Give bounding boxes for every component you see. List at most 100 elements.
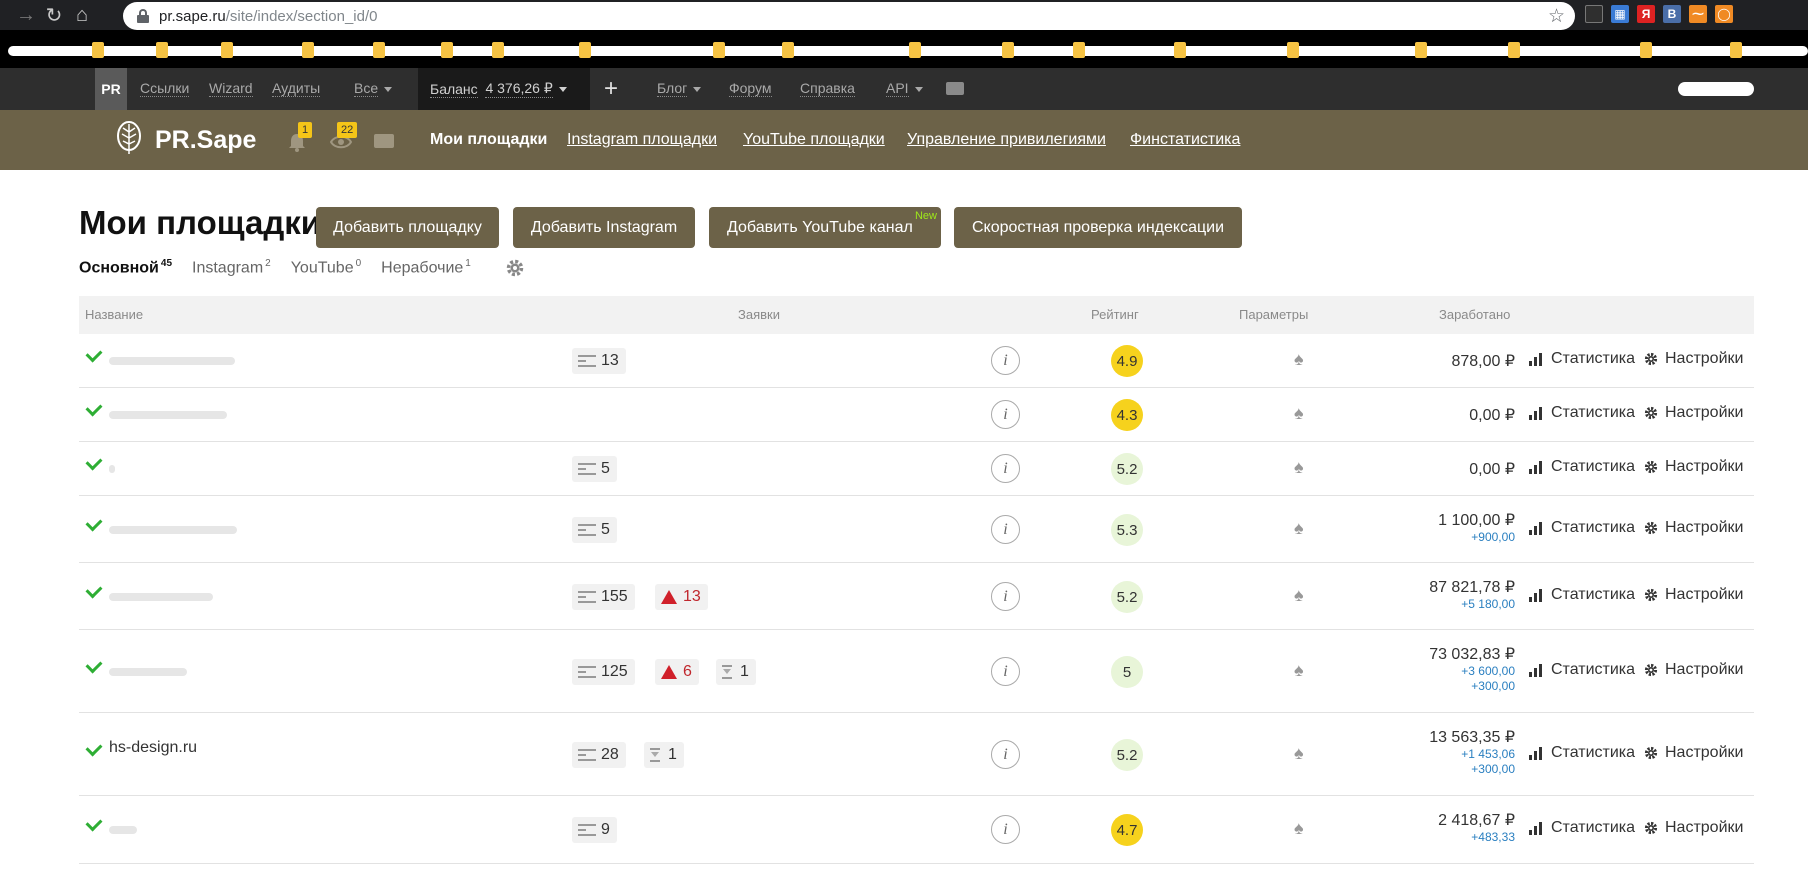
site-name-redacted[interactable] [109,668,187,676]
settings-link[interactable]: Настройки [1644,744,1743,762]
statistics-link[interactable]: Статистика [1529,458,1635,476]
bookmark-icon[interactable] [1508,42,1520,58]
spade-icon[interactable]: ♠ [1294,518,1304,539]
bookmark-icon[interactable] [1002,42,1014,58]
settings-link[interactable]: Настройки [1644,519,1743,537]
add-site-button[interactable]: Добавить площадку [316,207,499,248]
nav-link-links[interactable]: Ссылки [140,80,190,97]
nav-youtube-sites[interactable]: YouTube площадки [743,130,885,150]
col-earned[interactable]: Заработано [1439,307,1510,322]
info-icon[interactable]: i [991,582,1020,611]
col-rating[interactable]: Рейтинг [1091,307,1139,322]
chat-icon[interactable] [946,82,964,95]
site-name-redacted[interactable] [109,357,235,365]
spade-icon[interactable]: ♠ [1294,403,1304,424]
statistics-link[interactable]: Статистика [1529,586,1635,604]
info-icon[interactable]: i [991,400,1020,429]
add-button[interactable]: + [596,68,626,110]
index-check-button[interactable]: Скоростная проверка индексации [954,207,1242,248]
requests-chip[interactable]: 9 [572,817,617,843]
site-name-redacted[interactable] [109,411,227,419]
requests-chip[interactable]: 155 [572,584,635,610]
spade-icon[interactable]: ♠ [1294,818,1304,839]
address-bar[interactable]: pr.sape.ru/site/index/section_id/0 ☆ [123,2,1575,30]
requests-chip[interactable]: 125 [572,659,635,685]
bookmark-icon[interactable] [441,42,453,58]
requests-chip[interactable]: 13 [572,348,626,374]
settings-link[interactable]: Настройки [1644,404,1743,422]
bookmark-icon[interactable] [492,42,504,58]
statistics-link[interactable]: Статистика [1529,819,1635,837]
balance-dropdown[interactable]: Баланс 4 376,26 ₽ [418,68,590,110]
info-icon[interactable]: i [991,515,1020,544]
alert-chip[interactable]: 13 [655,584,708,610]
statistics-link[interactable]: Статистика [1529,519,1635,537]
nav-finstats[interactable]: Финстатистика [1130,130,1240,150]
bookmark-icon[interactable] [302,42,314,58]
alert-chip[interactable]: 6 [655,659,699,685]
pending-chip[interactable]: 1 [644,742,684,768]
settings-link[interactable]: Настройки [1644,819,1743,837]
site-name-redacted[interactable] [109,826,137,834]
bookmark-icon[interactable] [156,42,168,58]
bookmark-icon[interactable] [373,42,385,58]
col-requests[interactable]: Заявки [738,307,780,322]
logo-icon[interactable] [115,120,143,156]
bookmark-icon[interactable] [579,42,591,58]
info-icon[interactable]: i [991,740,1020,769]
reload-icon[interactable]: ↻ [40,1,68,29]
user-menu[interactable] [1678,82,1754,96]
tab-instagram[interactable]: Instagram 2 [192,258,271,277]
bookmark-icon[interactable] [1287,42,1299,58]
requests-chip[interactable]: 5 [572,456,617,482]
yandex-extension-icon[interactable]: Я [1637,5,1655,23]
bookmark-icon[interactable] [221,42,233,58]
logo-text[interactable]: PR.Sape [155,126,256,155]
grid-extension-icon[interactable]: ▦ [1611,5,1629,23]
bookmark-icon[interactable] [909,42,921,58]
add-instagram-button[interactable]: Добавить Instagram [513,207,695,248]
home-icon[interactable]: ⌂ [68,1,96,29]
statistics-link[interactable]: Статистика [1529,404,1635,422]
statistics-link[interactable]: Статистика [1529,350,1635,368]
statistics-link[interactable]: Статистика [1529,744,1635,762]
bookmark-star-icon[interactable]: ☆ [1548,5,1565,28]
col-params[interactable]: Параметры [1239,307,1308,322]
settings-link[interactable]: Настройки [1644,458,1743,476]
tab-main[interactable]: Основной 45 [79,258,172,277]
nav-link-all[interactable]: Все [354,80,393,97]
bookmark-icon[interactable] [1073,42,1085,58]
nav-link-forum[interactable]: Форум [729,80,772,97]
info-icon[interactable]: i [991,346,1020,375]
spade-icon[interactable]: ♠ [1294,457,1304,478]
spade-icon[interactable]: ♠ [1294,743,1304,764]
chat-icon[interactable] [374,134,394,148]
rss-icon[interactable]: ⁓ [1689,5,1707,23]
spade-icon[interactable]: ♠ [1294,349,1304,370]
bookmark-icon[interactable] [713,42,725,58]
bookmark-icon[interactable] [782,42,794,58]
bookmark-icon[interactable] [1174,42,1186,58]
bookmark-icon[interactable] [1415,42,1427,58]
extension-icon[interactable] [1585,5,1603,23]
back-arrow-icon[interactable]: → [12,1,40,29]
gear-icon[interactable] [505,258,525,278]
site-name[interactable]: hs-design.ru [109,739,197,757]
nav-instagram-sites[interactable]: Instagram площадки [567,130,717,150]
bookmark-icon[interactable] [92,42,104,58]
settings-link[interactable]: Настройки [1644,661,1743,679]
vk-extension-icon[interactable]: B [1663,5,1681,23]
col-name[interactable]: Название [85,307,143,322]
tab-inactive[interactable]: Нерабочие 1 [381,258,471,277]
site-name-redacted[interactable] [109,465,115,473]
info-icon[interactable]: i [991,657,1020,686]
spade-icon[interactable]: ♠ [1294,585,1304,606]
statistics-link[interactable]: Статистика [1529,661,1635,679]
site-name-redacted[interactable] [109,593,213,601]
pending-chip[interactable]: 1 [716,659,756,685]
nav-link-wizard[interactable]: Wizard [209,80,253,97]
requests-chip[interactable]: 5 [572,517,617,543]
bookmark-icon[interactable] [1640,42,1652,58]
site-name-redacted[interactable] [109,526,237,534]
ok-extension-icon[interactable]: ◯ [1715,5,1733,23]
